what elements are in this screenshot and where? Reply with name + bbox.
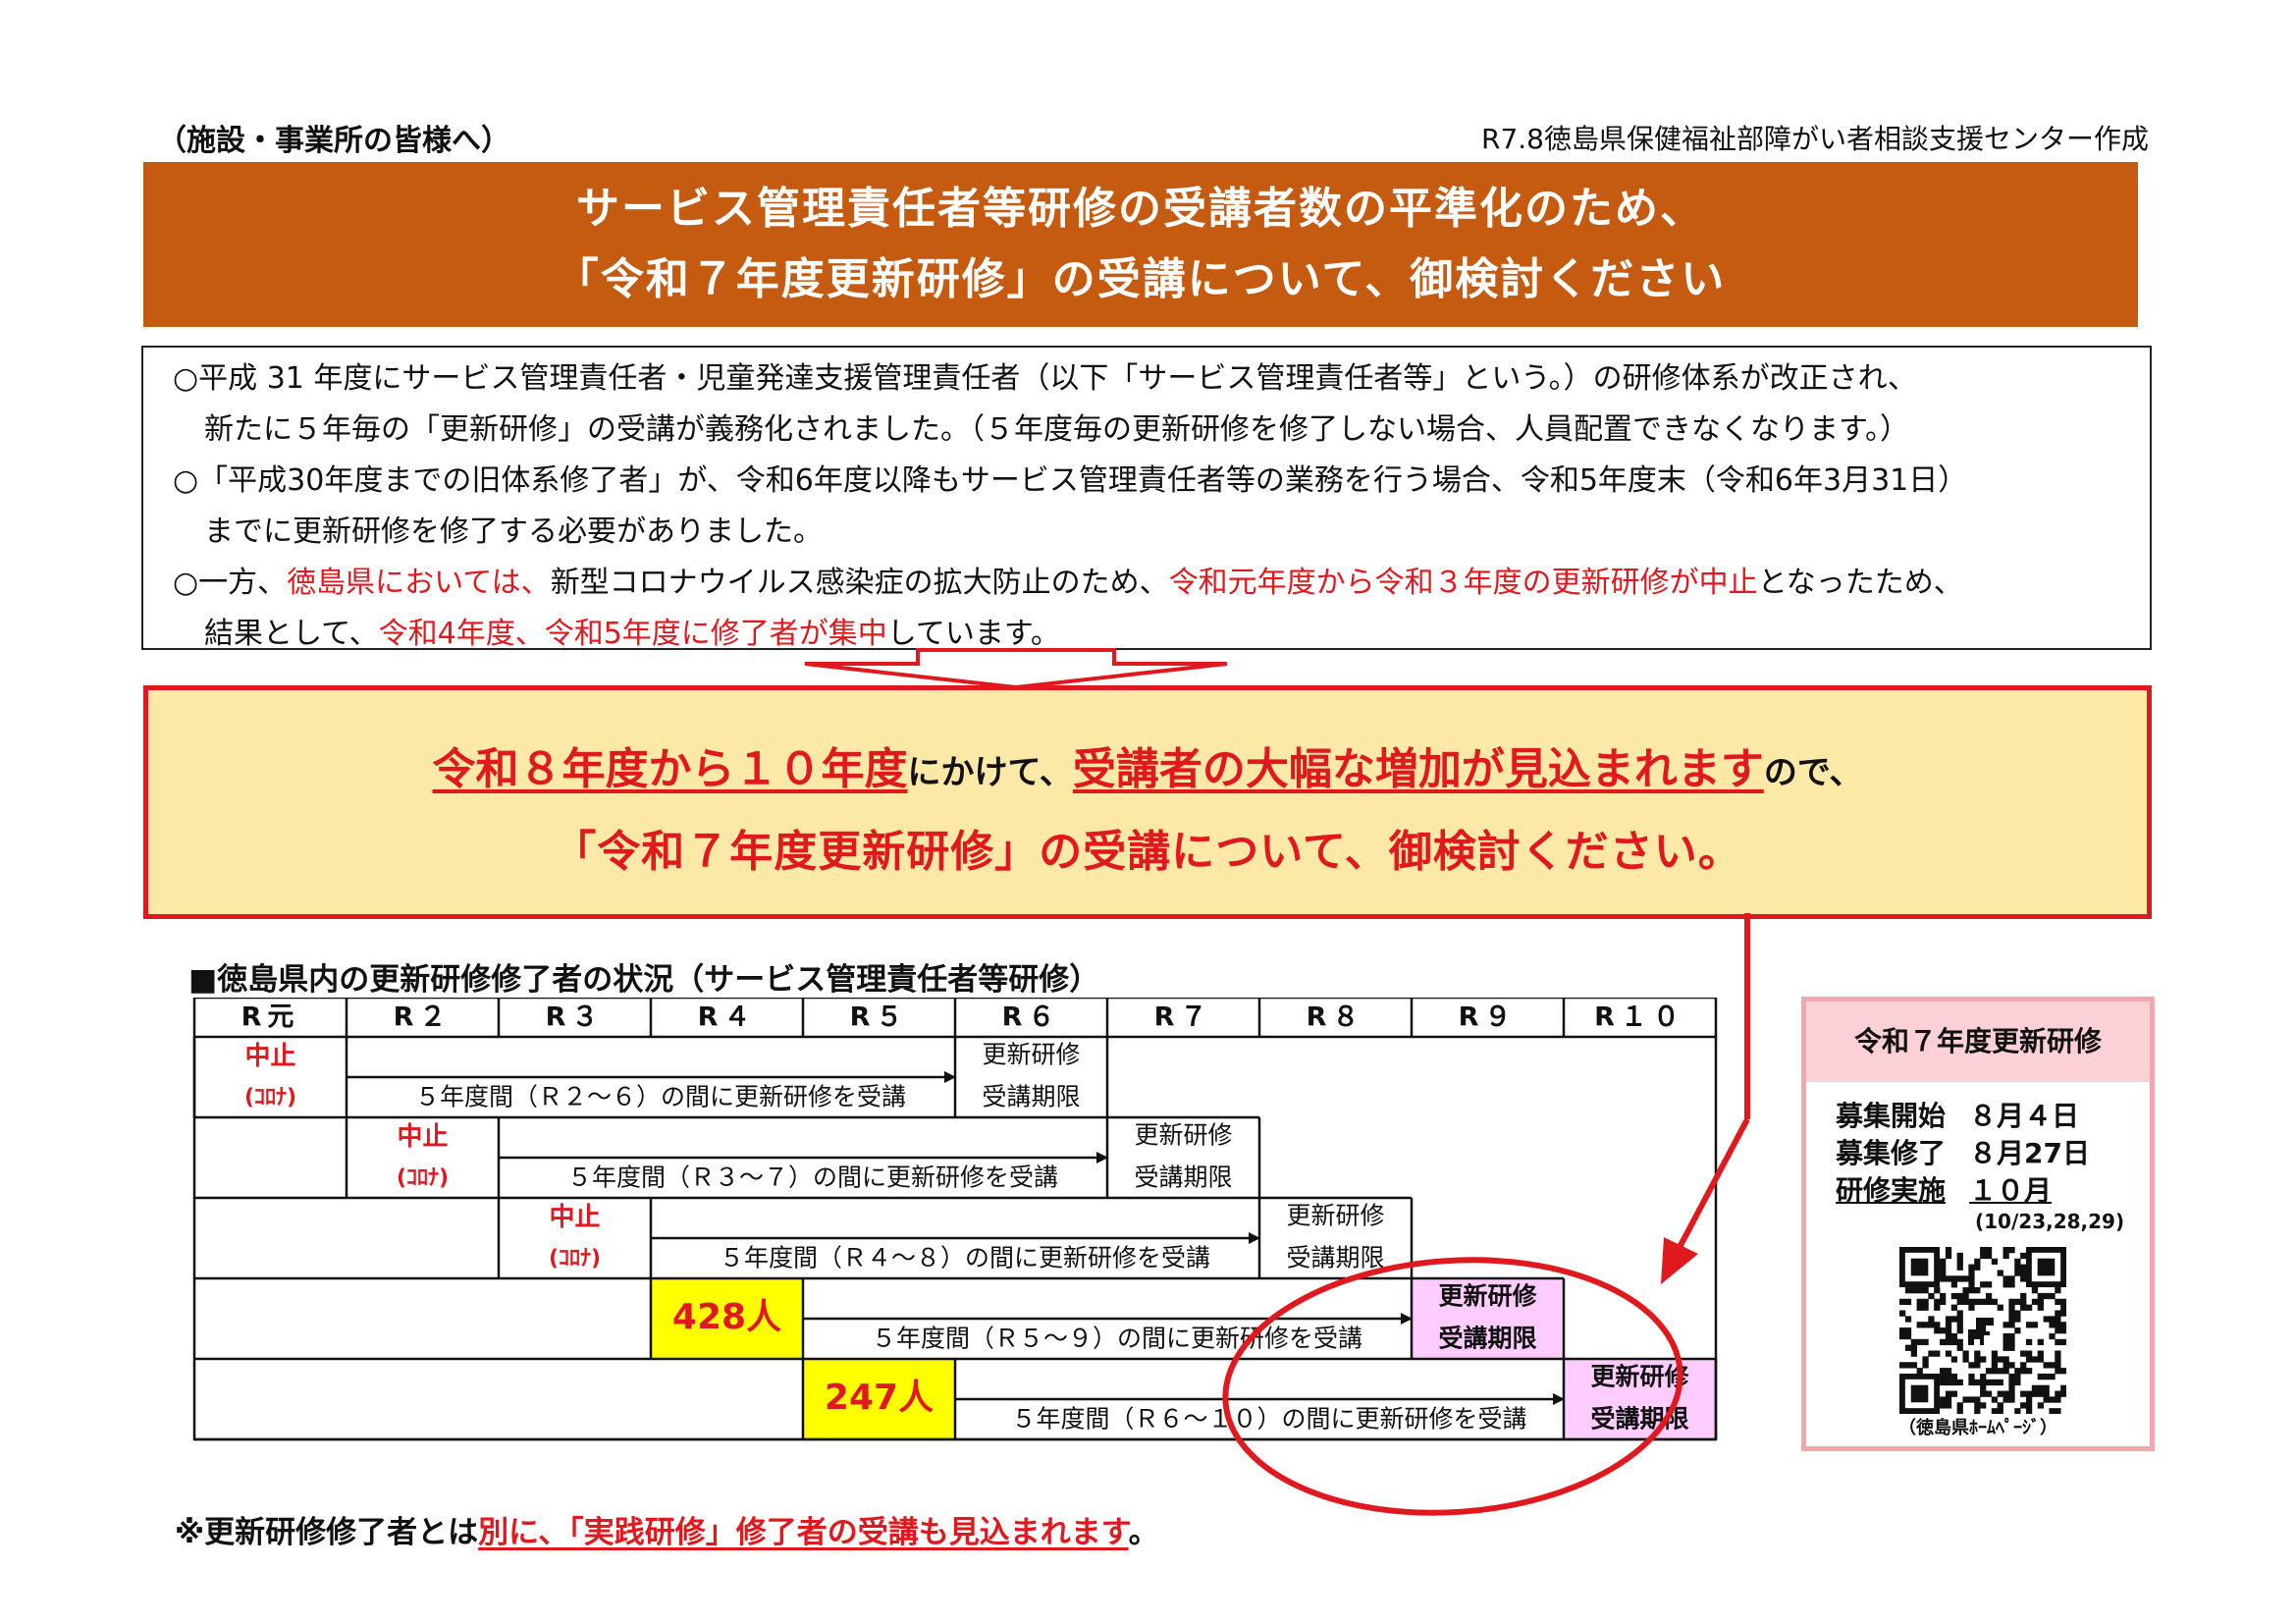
highlight-text: ので、 <box>1763 753 1863 792</box>
schedule-key: 募集開始 <box>1836 1100 1947 1132</box>
schedule-row: 募集開始 ８月４日 <box>1836 1098 2090 1135</box>
suspended-label: 中止 <box>549 1203 600 1232</box>
note-text: ※更新研修修了者とは <box>175 1515 479 1550</box>
title-line-2: 「令和７年度更新研修」の受講について、御検討ください <box>555 254 1727 304</box>
callout-overlay <box>1222 913 1750 1516</box>
highlight-increase: 受講者の大幅な増加が見込まれます <box>1072 744 1764 794</box>
column-header: R７ <box>1154 1002 1213 1033</box>
bg-red-text: 令和元年度から令和３年度の更新研修が中止 <box>1168 566 1758 600</box>
bg-red-text: 令和4年度、令和5年度に修了者が集中 <box>378 617 887 651</box>
period-label: ５年度間（Ｒ３～７）の間に更新研修を受講 <box>567 1163 1058 1191</box>
training-info-title: 令和７年度更新研修 <box>1806 1001 2150 1082</box>
corona-label: (ｺﾛﾅ) <box>549 1246 601 1271</box>
down-arrow-icon <box>804 648 1228 689</box>
training-schedule: 募集開始 ８月４日 募集修了 ８月27日 研修実施 １０月 <box>1836 1098 2090 1210</box>
column-header: R５ <box>850 1002 909 1033</box>
column-header: R４ <box>698 1002 757 1033</box>
callout-line <box>1674 1117 1750 1255</box>
column-header: R６ <box>1002 1002 1061 1033</box>
column-header: R３ <box>546 1002 605 1033</box>
title-line-1: サービス管理責任者等研修の受講者数の平準化のため、 <box>576 184 1705 234</box>
deadline-label-1: 更新研修 <box>982 1041 1080 1069</box>
bg-text: しています。 <box>886 617 1060 651</box>
suspended-label: 中止 <box>397 1122 448 1152</box>
schedule-value: ８月27日 <box>1969 1137 2090 1169</box>
completer-count: 247人 <box>825 1378 934 1418</box>
dinosaur-icon <box>1968 1318 1994 1345</box>
bg-para-2a: ○「平成30年度までの旧体系修了者」が、令和6年度以降もサービス管理責任者等の業… <box>173 463 1968 498</box>
schedule-key: 研修実施 <box>1836 1174 1947 1207</box>
note-text: 。 <box>1128 1515 1159 1550</box>
schedule-key: 募集修了 <box>1836 1137 1947 1169</box>
training-dates: (10/23,28,29) <box>1975 1210 2125 1233</box>
corona-label: (ｺﾛﾅ) <box>397 1165 449 1190</box>
schedule-value: １０月 <box>1969 1174 2053 1207</box>
bg-red-text: 徳島県においては、 <box>287 566 551 600</box>
bg-para-3a: ○一方、徳島県においては、新型コロナウイルス感染症の拡大防止のため、令和元年度か… <box>173 558 2120 609</box>
author-credit: R7.8徳島県保健福祉部障がい者相談支援センター作成 <box>1481 123 2149 155</box>
qr-code-icon[interactable] <box>1899 1247 2066 1414</box>
schedule-row: 募集修了 ８月27日 <box>1836 1135 2090 1172</box>
completer-count: 428人 <box>672 1297 781 1337</box>
training-info-box: 令和７年度更新研修 募集開始 ８月４日 募集修了 ８月27日 研修実施 １０月 (10… <box>1801 997 2155 1451</box>
column-header: R元 <box>241 1002 300 1033</box>
corona-label: (ｺﾛﾅ) <box>244 1085 296 1110</box>
bg-text: となったため、 <box>1757 566 1963 600</box>
bg-para-2b: までに更新研修を修了する必要がありました。 <box>204 514 823 549</box>
period-label: ５年度間（Ｒ２～６）の間に更新研修を受講 <box>415 1082 906 1110</box>
highlight-box: 令和８年度から１０年度にかけて、受講者の大幅な増加が見込まれますので、 「令和７… <box>143 685 2152 919</box>
table-heading: ■徳島県内の更新研修修了者の状況（サービス管理責任者等研修） <box>188 962 1100 998</box>
note-red-text: 別に、「実践研修」修了者の受講も見込まれます <box>478 1515 1129 1550</box>
highlight-text: にかけて、 <box>907 753 1073 792</box>
highlight-line-1: 令和８年度から１０年度にかけて、受講者の大幅な増加が見込まれますので、 <box>148 733 2147 796</box>
emphasis-ellipse <box>1222 1257 1683 1516</box>
highlight-line-2: 「令和７年度更新研修」の受講について、御検討ください。 <box>553 827 1742 877</box>
audience-label: （施設・事業所の皆様へ） <box>157 124 510 158</box>
bg-para-1b: 新たに５年毎の「更新研修」の受講が義務化されました。（５年度毎の更新研修を修了し… <box>204 412 1909 447</box>
footnote: ※更新研修修了者とは別に、「実践研修」修了者の受講も見込まれます。 <box>175 1507 1159 1551</box>
deadline-label-2: 受講期限 <box>982 1082 1080 1110</box>
period-label: ５年度間（Ｒ４～８）の間に更新研修を受講 <box>720 1243 1210 1272</box>
column-header: R２ <box>394 1002 453 1033</box>
highlight-period: 令和８年度から１０年度 <box>432 744 908 794</box>
schedule-value: ８月４日 <box>1969 1100 2080 1132</box>
bg-text: 結果として、 <box>204 617 379 651</box>
bg-text: ○一方、 <box>173 566 288 600</box>
qr-caption: （徳島県ﾎｰﾑﾍﾟｰｼﾞ） <box>1898 1418 2057 1438</box>
bg-text: 新型コロナウイルス感染症の拡大防止のため、 <box>550 566 1169 600</box>
background-box: ○平成 31 年度にサービス管理責任者・児童発達支援管理責任者（以下「サービス管… <box>141 346 2152 651</box>
schedule-row: 研修実施 １０月 <box>1836 1172 2090 1210</box>
bg-para-1a: ○平成 31 年度にサービス管理責任者・児童発達支援管理責任者（以下「サービス管… <box>173 361 1917 396</box>
title-banner: サービス管理責任者等研修の受講者数の平準化のため、 「令和７年度更新研修」の受講… <box>143 162 2138 327</box>
suspended-label: 中止 <box>244 1042 295 1071</box>
